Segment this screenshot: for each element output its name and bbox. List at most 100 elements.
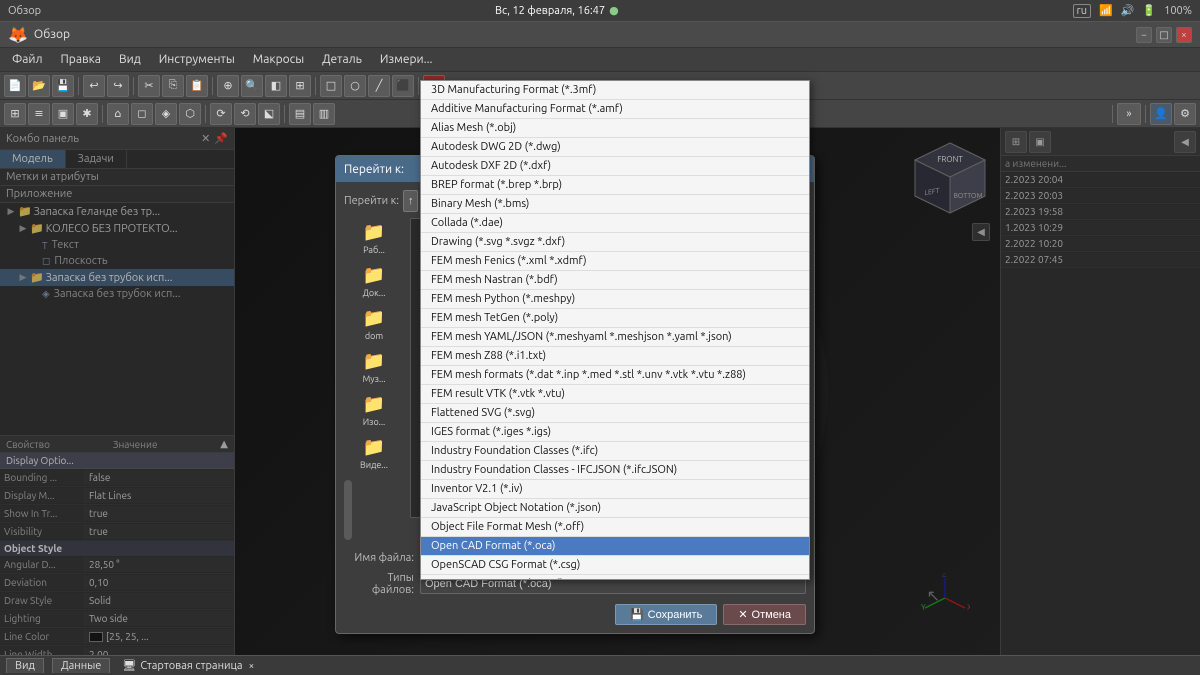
nav-btn-up[interactable]: ↑	[403, 190, 419, 212]
top-bar: Обзор Вс, 12 февраля, 16:47 ● ru 📶 🔊 🔋 1…	[0, 0, 1200, 22]
lang-indicator[interactable]: ru	[1073, 4, 1091, 18]
tb2-btn4[interactable]: ✱	[76, 103, 98, 125]
filetype-option[interactable]: 3D Manufacturing Format (*.3mf)	[421, 81, 809, 100]
filetype-option[interactable]: OpenSCAD Format (*.scad)	[421, 575, 809, 580]
filetype-dropdown[interactable]: 3D Manufacturing Format (*.3mf)Additive …	[420, 80, 810, 580]
filetype-option[interactable]: Binary Mesh (*.bms)	[421, 195, 809, 214]
save-button[interactable]: 💾 Сохранить	[615, 604, 717, 625]
dialog-title-text: Перейти к:	[344, 163, 404, 176]
filetype-option[interactable]: Drawing (*.svg *.svgz *.dxf)	[421, 233, 809, 252]
tb2-btn5[interactable]: ⌂	[107, 103, 129, 125]
filetype-option[interactable]: FEM mesh TetGen (*.poly)	[421, 309, 809, 328]
filetype-option[interactable]: Additive Manufacturing Format (*.amf)	[421, 100, 809, 119]
filetype-option[interactable]: JavaScript Object Notation (*.json)	[421, 499, 809, 518]
tb2-btn12[interactable]: ▥	[313, 103, 335, 125]
filetype-option[interactable]: BREP format (*.brep *.brp)	[421, 176, 809, 195]
filetype-label: Типы файлов:	[344, 572, 414, 596]
maximize-button[interactable]: □	[1156, 27, 1172, 43]
folder-recent[interactable]: 📁 Раб...	[344, 218, 404, 259]
filetype-option[interactable]: FEM mesh Nastran (*.bdf)	[421, 271, 809, 290]
menu-part[interactable]: Деталь	[314, 51, 370, 68]
page-close-icon[interactable]: ×	[249, 660, 255, 671]
folder-video[interactable]: 📁 Виде...	[344, 433, 404, 474]
dialog-buttons: 💾 Сохранить ✕ Отмена	[344, 604, 806, 625]
tb2-btn3[interactable]: ▣	[52, 103, 74, 125]
tb2-btn6[interactable]: ◻	[131, 103, 153, 125]
filetype-option[interactable]: FEM mesh YAML/JSON (*.meshyaml *.meshjso…	[421, 328, 809, 347]
minimize-button[interactable]: −	[1136, 27, 1152, 43]
recent-icon: 📁	[363, 222, 385, 243]
tb-draw-box[interactable]: □	[320, 75, 342, 97]
tb-undo[interactable]: ↩	[83, 75, 105, 97]
tb2-btn1[interactable]: ⊞	[4, 103, 26, 125]
tb2-btn8[interactable]: ⬡	[179, 103, 201, 125]
tb2-btn7[interactable]: ◈	[155, 103, 177, 125]
tb-draw-line[interactable]: ╱	[368, 75, 390, 97]
tb-new[interactable]: 📄	[4, 75, 26, 97]
tb-open[interactable]: 📂	[28, 75, 50, 97]
tb-paste[interactable]: 📋	[186, 75, 208, 97]
window-title: 🦊 Обзор	[8, 25, 70, 44]
close-button[interactable]: ×	[1176, 27, 1192, 43]
tb-extrude[interactable]: ⬛	[392, 75, 414, 97]
app-name: Обзор	[8, 5, 41, 17]
folder-docs[interactable]: 📁 Док...	[344, 261, 404, 302]
filetype-option[interactable]: Autodesk DXF 2D (*.dxf)	[421, 157, 809, 176]
tb-cut[interactable]: ✂	[138, 75, 160, 97]
tb2-extra[interactable]: »	[1117, 103, 1141, 125]
sidebar-scrollbar[interactable]	[344, 480, 352, 540]
filetype-option[interactable]: Object File Format Mesh (*.off)	[421, 518, 809, 537]
menu-macros[interactable]: Макросы	[245, 51, 312, 68]
filetype-option[interactable]: Collada (*.dae)	[421, 214, 809, 233]
filetype-option[interactable]: Autodesk DWG 2D (*.dwg)	[421, 138, 809, 157]
folder-dom[interactable]: 📁 dom	[344, 304, 404, 345]
tb2-btn2[interactable]: ≡	[28, 103, 50, 125]
menu-file[interactable]: Файл	[4, 51, 51, 68]
tb-save[interactable]: 💾	[52, 75, 74, 97]
tb-zoom-fit[interactable]: ⊕	[217, 75, 239, 97]
tb-view-front[interactable]: ◧	[265, 75, 287, 97]
tb-copy[interactable]: ⎘	[162, 75, 184, 97]
status-tab-view[interactable]: Вид	[6, 658, 44, 673]
status-tab-data[interactable]: Данные	[52, 658, 110, 673]
tb2-btn11[interactable]: ▤	[289, 103, 311, 125]
filetype-option[interactable]: FEM mesh Z88 (*.i1.txt)	[421, 347, 809, 366]
filetype-option[interactable]: Inventor V2.1 (*.iv)	[421, 480, 809, 499]
filetype-option[interactable]: Alias Mesh (*.obj)	[421, 119, 809, 138]
tb-zoom-in[interactable]: 🔍	[241, 75, 263, 97]
filetype-option[interactable]: IGES format (*.iges *.igs)	[421, 423, 809, 442]
tb-redo[interactable]: ↪	[107, 75, 129, 97]
tb2-btn9[interactable]: ⟳	[210, 103, 232, 125]
tb2-settings[interactable]: ⚙	[1174, 103, 1196, 125]
system-tray: ru 📶 🔊 🔋 100%	[1073, 4, 1192, 18]
filetype-option[interactable]: Open CAD Format (*.oca)	[421, 537, 809, 556]
filetype-option[interactable]: FEM result VTK (*.vtk *.vtu)	[421, 385, 809, 404]
menu-edit[interactable]: Правка	[53, 51, 109, 68]
tb2-btn10[interactable]: ⟲	[234, 103, 256, 125]
volume-icon: 🔊	[1121, 4, 1135, 17]
cancel-button[interactable]: ✕ Отмена	[723, 604, 806, 625]
tb2-perspective[interactable]: ⬕	[258, 103, 280, 125]
menu-view[interactable]: Вид	[111, 51, 149, 68]
page-icon: 🖥	[122, 659, 136, 672]
filetype-option[interactable]: OpenSCAD CSG Format (*.csg)	[421, 556, 809, 575]
tb-view-top[interactable]: ⊞	[289, 75, 311, 97]
video-icon: 📁	[363, 437, 385, 458]
battery-icon: 🔋	[1142, 4, 1156, 17]
cancel-icon: ✕	[738, 608, 747, 621]
filetype-option[interactable]: Flattened SVG (*.svg)	[421, 404, 809, 423]
filetype-option[interactable]: FEM mesh Python (*.meshpy)	[421, 290, 809, 309]
tb2-icon-user[interactable]: 👤	[1150, 103, 1172, 125]
status-bar: Вид Данные 🖥 Стартовая страница ×	[0, 655, 1200, 675]
page-name: Стартовая страница	[140, 660, 242, 672]
window-controls: − □ ×	[1136, 27, 1192, 43]
folder-music[interactable]: 📁 Муз...	[344, 347, 404, 388]
filetype-option[interactable]: Industry Foundation Classes - IFCJSON (*…	[421, 461, 809, 480]
filetype-option[interactable]: FEM mesh formats (*.dat *.inp *.med *.st…	[421, 366, 809, 385]
filetype-option[interactable]: FEM mesh Fenics (*.xml *.xdmf)	[421, 252, 809, 271]
menu-tools[interactable]: Инструменты	[151, 51, 243, 68]
tb-draw-circle[interactable]: ○	[344, 75, 366, 97]
menu-measure[interactable]: Измери...	[372, 51, 441, 68]
folder-images[interactable]: 📁 Изо...	[344, 390, 404, 431]
filetype-option[interactable]: Industry Foundation Classes (*.ifc)	[421, 442, 809, 461]
